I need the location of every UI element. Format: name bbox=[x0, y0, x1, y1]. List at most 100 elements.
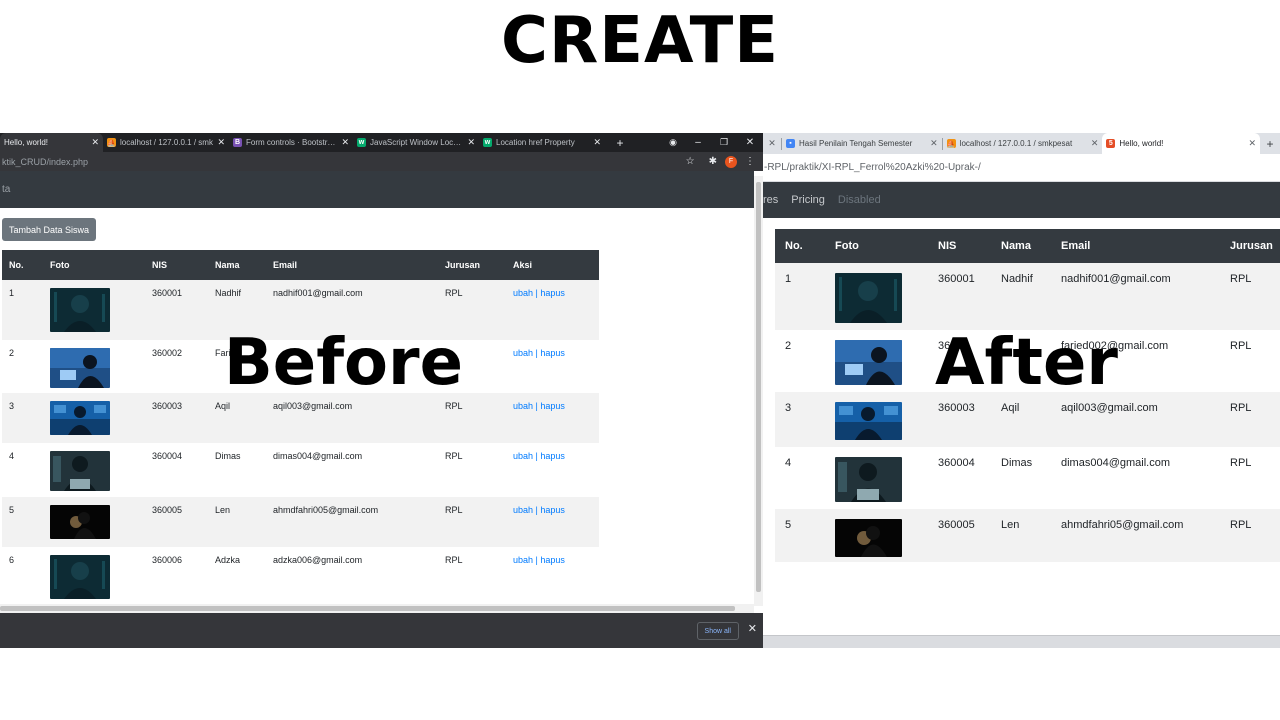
delete-link[interactable]: hapus bbox=[540, 505, 565, 515]
cell-jurusan: RPL bbox=[438, 547, 506, 599]
cell-nis: 360005 bbox=[145, 497, 208, 547]
tab-strip: ✕ ▪ Hasil Penilain Tengah Semester ✕ ⛵ l… bbox=[763, 133, 1280, 154]
close-tab-icon[interactable]: ✕ bbox=[1249, 138, 1257, 149]
restore-icon[interactable]: ❐ bbox=[711, 133, 737, 152]
download-bar: Show all ✕ bbox=[0, 613, 763, 648]
add-student-button[interactable]: Tambah Data Siswa bbox=[2, 218, 97, 241]
edit-link[interactable]: ubah bbox=[513, 555, 533, 565]
cell-nama: Len bbox=[991, 509, 1051, 562]
cell-jurusan: RPL bbox=[1220, 330, 1280, 392]
separator: | bbox=[535, 451, 538, 461]
tab-search-icon[interactable]: ◉ bbox=[661, 133, 685, 152]
extensions-puzzle-icon[interactable]: ✱ bbox=[709, 156, 717, 167]
delete-link[interactable]: hapus bbox=[540, 555, 565, 565]
address-bar[interactable]: ktik_CRUD/index.php ☆ ✱ F ⋮ bbox=[0, 152, 763, 171]
tab-title: JavaScript Window Location bbox=[370, 138, 464, 147]
cell-photo bbox=[825, 392, 928, 447]
column-header: Jurusan bbox=[1220, 229, 1280, 263]
tab-title: Form controls · Bootstrap v bbox=[246, 138, 338, 147]
close-tab-icon[interactable]: ✕ bbox=[930, 138, 938, 149]
hacker-photo bbox=[50, 401, 110, 435]
close-tab-icon[interactable]: ✕ bbox=[341, 137, 349, 148]
delete-link[interactable]: hapus bbox=[540, 451, 565, 461]
phpmyadmin-icon: ⛵ bbox=[946, 139, 956, 148]
tab-hello-world[interactable]: 5 Hello, world! ✕ bbox=[1102, 133, 1261, 154]
close-download-bar-icon[interactable]: ✕ bbox=[748, 622, 757, 635]
address-bar[interactable]: -RPL/praktik/XI-RPL_Ferrol%20Azki%20-Upr… bbox=[763, 154, 1280, 182]
cell-nis: 360001 bbox=[928, 263, 991, 330]
tab-phpmyadmin[interactable]: ⛵ localhost / 127.0.0.1 / smk ✕ bbox=[103, 133, 229, 152]
cell-nama: Aqil bbox=[208, 393, 266, 443]
hacker-photo bbox=[50, 348, 110, 388]
hacker-photo bbox=[50, 555, 110, 599]
cell-no: 1 bbox=[775, 263, 825, 330]
cell-nis: 360003 bbox=[145, 393, 208, 443]
nav-link-disabled: Disabled bbox=[837, 194, 881, 206]
delete-link[interactable]: hapus bbox=[540, 348, 565, 358]
tab-title: Location href Property bbox=[496, 138, 575, 147]
vertical-scrollbar[interactable] bbox=[754, 176, 763, 606]
delete-link[interactable]: hapus bbox=[540, 401, 565, 411]
close-tab-icon[interactable]: ✕ bbox=[763, 133, 781, 154]
tab-bootstrap[interactable]: B Form controls · Bootstrap v ✕ bbox=[229, 133, 353, 152]
cell-nama: Aqil bbox=[991, 392, 1051, 447]
edit-link[interactable]: ubah bbox=[513, 348, 533, 358]
profile-avatar[interactable]: F bbox=[725, 155, 737, 168]
tab-phpmyadmin[interactable]: ⛵ localhost / 127.0.0.1 / smkpesat ✕ bbox=[943, 133, 1103, 154]
column-header: No. bbox=[2, 250, 43, 280]
cell-photo bbox=[43, 547, 145, 599]
tab-location-href[interactable]: w Location href Property ✕ bbox=[479, 133, 605, 152]
cell-email: adzka006@gmail.com bbox=[266, 547, 438, 599]
bookmark-star-icon[interactable]: ☆ bbox=[686, 156, 695, 167]
cell-nis: 360005 bbox=[928, 509, 991, 562]
cell-no: 3 bbox=[2, 393, 43, 443]
hacker-photo bbox=[50, 505, 110, 539]
column-header: Nama bbox=[991, 229, 1051, 263]
html-icon: 5 bbox=[1106, 139, 1116, 148]
cell-actions: ubah | hapus bbox=[506, 393, 599, 443]
close-tab-icon[interactable]: ✕ bbox=[91, 137, 99, 148]
cell-email: dimas004@gmail.com bbox=[1051, 447, 1220, 509]
close-tab-icon[interactable]: ✕ bbox=[1091, 138, 1099, 149]
before-label: Before bbox=[224, 326, 463, 400]
navbar-brand[interactable]: ta bbox=[0, 184, 10, 195]
cell-jurusan: RPL bbox=[1220, 447, 1280, 509]
comparison-canvas: CREATE Hello, world! ✕ ⛵ localhost / 127… bbox=[0, 0, 1280, 720]
close-tab-icon[interactable]: ✕ bbox=[593, 137, 601, 148]
table-row: 6 360006 Adzka adzka006@gmail.com RPL ub… bbox=[2, 547, 599, 599]
cell-nama: Adzka bbox=[208, 547, 266, 599]
column-header: Foto bbox=[43, 250, 145, 280]
w3schools-icon: w bbox=[483, 138, 492, 147]
show-all-button[interactable]: Show all bbox=[696, 622, 739, 640]
tab-hasil-penilaian[interactable]: ▪ Hasil Penilain Tengah Semester ✕ bbox=[782, 133, 942, 154]
minimize-icon[interactable]: – bbox=[685, 133, 711, 152]
new-tab-button[interactable]: + bbox=[1260, 133, 1280, 154]
delete-link[interactable]: hapus bbox=[540, 288, 565, 298]
cell-actions: ubah | hapus bbox=[506, 497, 599, 547]
cell-no: 3 bbox=[775, 392, 825, 447]
edit-link[interactable]: ubah bbox=[513, 401, 533, 411]
cell-actions: ubah | hapus bbox=[506, 340, 599, 393]
separator: | bbox=[535, 348, 538, 358]
window-close-icon[interactable]: ✕ bbox=[737, 133, 763, 152]
cell-email: ahmdfahri005@gmail.com bbox=[266, 497, 438, 547]
cell-nama: Len bbox=[208, 497, 266, 547]
cell-nama: Nadhif bbox=[991, 263, 1051, 330]
tab-title: Hello, world! bbox=[4, 138, 49, 147]
kebab-menu-icon[interactable]: ⋮ bbox=[745, 156, 755, 167]
site-navbar: ta bbox=[0, 171, 754, 208]
edit-link[interactable]: ubah bbox=[513, 505, 533, 515]
close-tab-icon[interactable]: ✕ bbox=[217, 137, 225, 148]
tab-title: localhost / 127.0.0.1 / smk bbox=[120, 138, 213, 147]
separator: | bbox=[535, 555, 538, 565]
close-tab-icon[interactable]: ✕ bbox=[467, 137, 475, 148]
new-tab-button[interactable]: + bbox=[605, 133, 635, 152]
tab-hello-world[interactable]: Hello, world! ✕ bbox=[0, 133, 103, 152]
horizontal-scrollbar[interactable] bbox=[0, 604, 754, 613]
cell-no: 4 bbox=[2, 443, 43, 497]
edit-link[interactable]: ubah bbox=[513, 288, 533, 298]
nav-link-features[interactable]: res bbox=[763, 194, 778, 206]
edit-link[interactable]: ubah bbox=[513, 451, 533, 461]
tab-js-window-location[interactable]: w JavaScript Window Location ✕ bbox=[353, 133, 479, 152]
nav-link-pricing[interactable]: Pricing bbox=[791, 194, 825, 206]
